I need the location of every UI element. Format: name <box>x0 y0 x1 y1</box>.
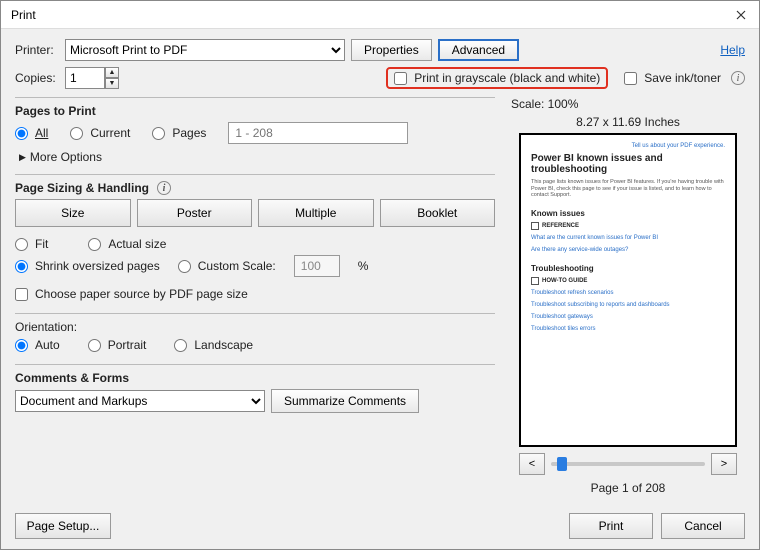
poster-tab[interactable]: Poster <box>137 199 253 227</box>
comments-select[interactable]: Document and Markups <box>15 390 265 412</box>
advanced-button[interactable]: Advanced <box>438 39 519 61</box>
slider-thumb[interactable] <box>557 457 567 471</box>
window-title: Print <box>11 8 729 22</box>
printer-label: Printer: <box>15 43 59 57</box>
fit-radio[interactable] <box>15 238 28 251</box>
info-icon[interactable]: i <box>157 181 171 195</box>
copies-input[interactable] <box>65 67 105 89</box>
preview-slider[interactable] <box>551 462 705 466</box>
size-tab[interactable]: Size <box>15 199 131 227</box>
grayscale-label: Print in grayscale (black and white) <box>414 71 600 85</box>
footer: Page Setup... Print Cancel <box>1 507 759 549</box>
print-dialog: Print Printer: Microsoft Print to PDF Pr… <box>0 0 760 550</box>
help-link[interactable]: Help <box>720 43 745 57</box>
comments-title: Comments & Forms <box>15 371 495 385</box>
save-ink-label: Save ink/toner <box>644 71 721 85</box>
custom-scale-input[interactable] <box>294 255 340 277</box>
dialog-content: Printer: Microsoft Print to PDF Properti… <box>1 29 759 507</box>
preview-prev-button[interactable]: < <box>519 453 545 475</box>
multiple-tab[interactable]: Multiple <box>258 199 374 227</box>
pages-current-radio[interactable] <box>70 127 83 140</box>
preview-scale: Scale: 100% <box>511 95 745 113</box>
triangle-right-icon: ▶ <box>19 152 26 163</box>
close-button[interactable] <box>729 3 753 27</box>
info-icon[interactable]: i <box>731 71 745 85</box>
page-setup-button[interactable]: Page Setup... <box>15 513 111 539</box>
close-icon <box>736 10 746 20</box>
printer-select[interactable]: Microsoft Print to PDF <box>65 39 345 61</box>
properties-button[interactable]: Properties <box>351 39 432 61</box>
titlebar: Print <box>1 1 759 29</box>
print-button[interactable]: Print <box>569 513 653 539</box>
pages-range-radio[interactable] <box>152 127 165 140</box>
print-preview: Tell us about your PDF experience. Power… <box>519 133 737 447</box>
cancel-button[interactable]: Cancel <box>661 513 745 539</box>
copies-spinner: ▲ ▼ <box>65 67 119 89</box>
page-indicator: Page 1 of 208 <box>511 479 745 497</box>
orient-portrait-radio[interactable] <box>88 339 101 352</box>
copies-down[interactable]: ▼ <box>105 78 119 89</box>
shrink-radio[interactable] <box>15 260 28 273</box>
reference-icon: REFERENCE <box>531 222 725 230</box>
pages-range-input[interactable] <box>228 122 408 144</box>
booklet-tab[interactable]: Booklet <box>380 199 496 227</box>
orient-auto-radio[interactable] <box>15 339 28 352</box>
preview-next-button[interactable]: > <box>711 453 737 475</box>
grayscale-highlight: Print in grayscale (black and white) <box>386 67 608 89</box>
copies-label: Copies: <box>15 71 59 85</box>
pages-all-radio[interactable] <box>15 127 28 140</box>
copies-up[interactable]: ▲ <box>105 67 119 78</box>
save-ink-checkbox[interactable] <box>624 72 637 85</box>
orientation-label: Orientation: <box>15 320 495 334</box>
summarize-comments-button[interactable]: Summarize Comments <box>271 389 419 413</box>
preview-dimensions: 8.27 x 11.69 Inches <box>511 113 745 131</box>
howto-icon: HOW-TO GUIDE <box>531 277 725 285</box>
custom-radio[interactable] <box>178 260 191 273</box>
pages-to-print-title: Pages to Print <box>15 104 495 118</box>
sizing-title: Page Sizing & Handling <box>15 181 149 195</box>
more-options-toggle[interactable]: ▶ More Options <box>15 148 495 168</box>
grayscale-checkbox[interactable] <box>394 72 407 85</box>
orient-landscape-radio[interactable] <box>174 339 187 352</box>
choose-paper-checkbox[interactable] <box>15 288 28 301</box>
actual-radio[interactable] <box>88 238 101 251</box>
